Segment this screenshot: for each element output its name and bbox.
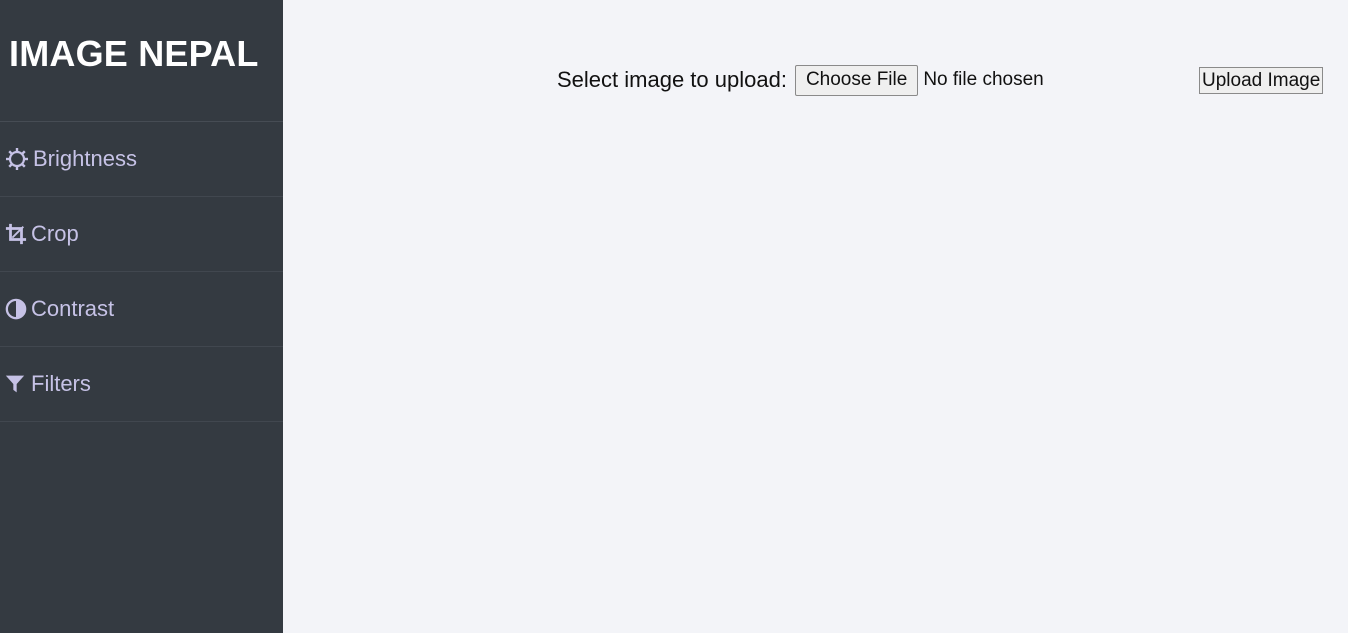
file-status-text: No file chosen (923, 69, 1044, 90)
sidebar-item-label: Crop (31, 221, 79, 246)
upload-label: Select image to upload: (557, 67, 787, 92)
sidebar-item-label: Contrast (31, 296, 115, 321)
sidebar-item-filters[interactable]: Filters (0, 347, 283, 422)
crop-icon (5, 222, 27, 246)
filter-icon (5, 372, 27, 396)
sidebar-nav: Brightness Crop Contrast Filters (0, 121, 283, 422)
brand-title: IMAGE NEPAL (9, 33, 259, 74)
choose-file-button[interactable]: Choose File (794, 64, 919, 96)
sidebar-item-label: Brightness (33, 146, 137, 171)
sidebar-item-contrast[interactable]: Contrast (0, 272, 283, 347)
contrast-icon (5, 297, 27, 321)
upload-form: Select image to upload: Choose File No f… (557, 64, 1044, 96)
sidebar-item-crop[interactable]: Crop (0, 197, 283, 272)
brightness-icon (5, 147, 29, 171)
sidebar-item-brightness[interactable]: Brightness (0, 122, 283, 197)
upload-image-button[interactable]: Upload Image (1199, 67, 1324, 94)
sidebar: IMAGE NEPAL Brightness Crop Contrast Fil… (0, 0, 283, 633)
sidebar-item-label: Filters (31, 371, 91, 396)
